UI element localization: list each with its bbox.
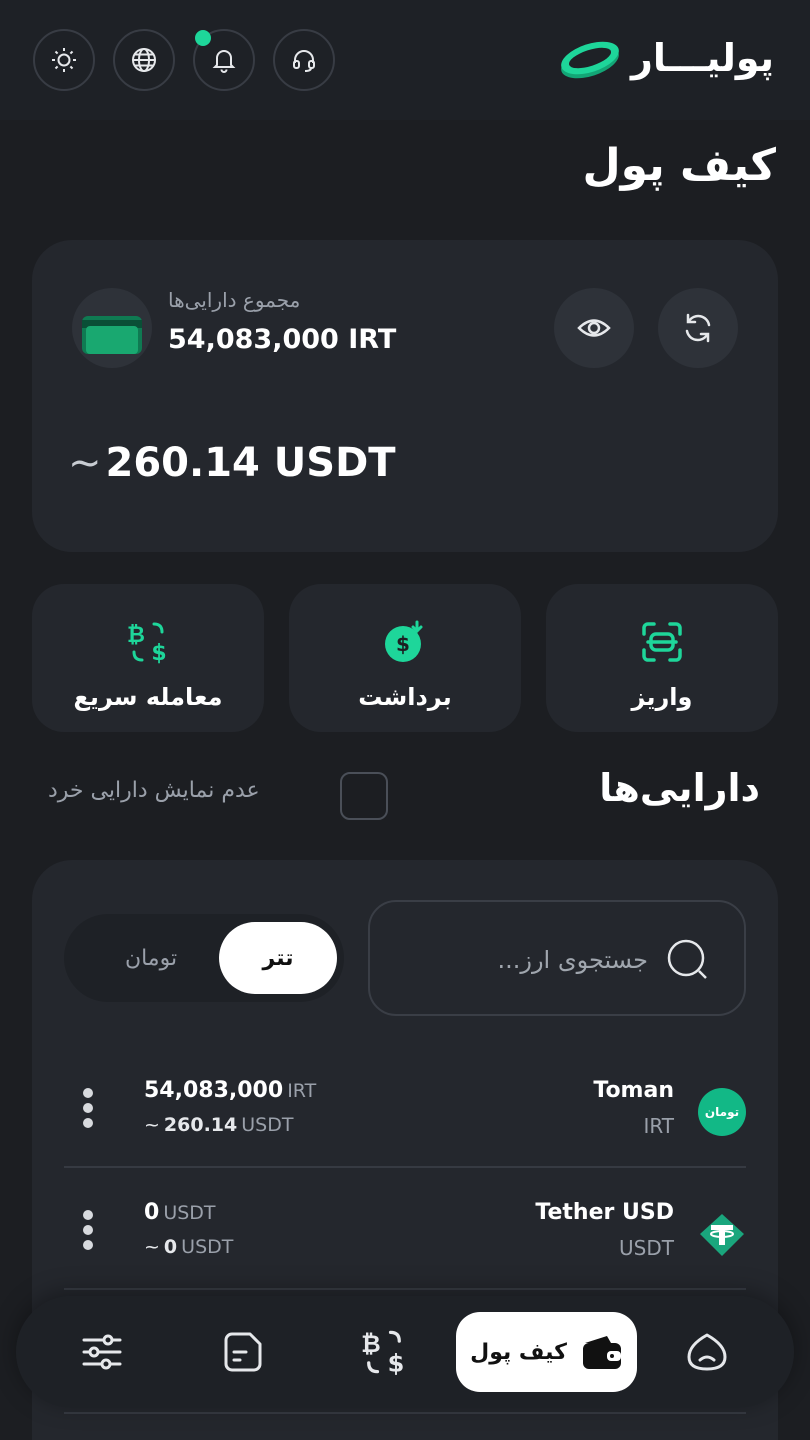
page-title: کیف پول	[582, 140, 776, 191]
balance-card: مجموع دارایی‌ها 54,083,000 IRT ~260.14 U…	[32, 240, 778, 552]
currency-toggle: تتر تومان	[64, 914, 344, 1002]
withdraw-button[interactable]: $ برداشت	[289, 584, 521, 732]
toggle-tether[interactable]: تتر	[219, 922, 337, 994]
svg-text:$: $	[388, 1350, 405, 1376]
tether-coin-icon	[700, 1214, 744, 1256]
nav-wallet[interactable]: کیف پول	[456, 1312, 637, 1392]
asset-converted: ~0 USDT	[144, 1236, 233, 1258]
asset-row-toman[interactable]: تومان Toman IRT 54,083,000 IRT ~260.14 USD…	[64, 1048, 746, 1168]
more-options-icon[interactable]	[80, 1088, 96, 1128]
svg-text:$: $	[151, 641, 166, 664]
more-options-icon[interactable]	[80, 1210, 96, 1250]
asset-converted-value: 0	[163, 1236, 178, 1258]
toman-coin-text: تومان	[704, 1105, 740, 1119]
nav-orders[interactable]	[204, 1312, 284, 1392]
bottom-navigation: ₿ $ کیف پول	[16, 1296, 794, 1408]
asset-symbol: IRT	[643, 1114, 674, 1138]
total-irt-value: 54,083,000 IRT	[168, 324, 397, 355]
quick-trade-button[interactable]: ₿ $ معامله سریع	[32, 584, 264, 732]
row-divider	[64, 1412, 746, 1414]
wallet-icon	[582, 1336, 621, 1369]
hide-small-assets-checkbox[interactable]	[340, 772, 388, 820]
toggle-toman[interactable]: تومان	[92, 922, 210, 994]
assets-title: دارایی‌ها	[599, 766, 760, 810]
deposit-scan-icon	[642, 622, 682, 662]
svg-text:$: $	[396, 632, 410, 656]
support-headset-icon[interactable]	[273, 29, 335, 91]
hide-small-assets-label[interactable]: عدم نمایش دارایی خرد	[48, 778, 318, 803]
asset-name: Tether USD	[535, 1200, 674, 1225]
deposit-button[interactable]: واریز	[546, 584, 778, 732]
refresh-button[interactable]	[658, 288, 738, 368]
top-header: پولیـــار	[0, 0, 810, 120]
brand-name: پولیـــار	[631, 36, 774, 80]
nav-exchange[interactable]: ₿ $	[344, 1312, 424, 1392]
approx-symbol: ~	[68, 440, 102, 486]
coin-logo-icon	[561, 41, 619, 79]
quick-trade-exchange-icon: ₿ $	[127, 622, 167, 664]
toggle-visibility-button[interactable]	[554, 288, 634, 368]
total-usdt-value: ~260.14 USDT	[68, 440, 396, 486]
deposit-label: واریز	[631, 683, 693, 711]
asset-amount-value: 54,083,000	[144, 1078, 284, 1103]
asset-name: Toman	[593, 1078, 674, 1103]
nav-home[interactable]	[667, 1312, 747, 1392]
refresh-icon	[685, 313, 711, 343]
svg-text:₿: ₿	[127, 623, 145, 648]
asset-converted-unit: USDT	[241, 1114, 294, 1136]
theme-sun-icon[interactable]	[33, 29, 95, 91]
settings-sliders-icon	[82, 1334, 122, 1370]
asset-symbol: USDT	[619, 1236, 674, 1260]
total-usdt-amount: 260.14 USDT	[105, 440, 396, 486]
asset-amount-unit: IRT	[287, 1080, 317, 1102]
home-icon	[687, 1333, 727, 1371]
brand-logo[interactable]: پولیـــار	[555, 30, 774, 86]
withdraw-label: برداشت	[358, 683, 452, 711]
asset-amount-unit: USDT	[163, 1202, 216, 1224]
search-input[interactable]	[428, 938, 648, 982]
total-assets-label: مجموع دارایی‌ها	[168, 288, 301, 312]
asset-converted-value: 260.14	[163, 1114, 238, 1136]
asset-amount: 54,083,000 IRT	[144, 1078, 316, 1103]
notification-dot	[195, 30, 211, 46]
nav-settings[interactable]	[62, 1312, 142, 1392]
approx-symbol: ~	[144, 1114, 160, 1136]
quick-trade-label: معامله سریع	[73, 683, 223, 711]
language-globe-icon[interactable]	[113, 29, 175, 91]
wallet-avatar	[72, 288, 152, 368]
asset-amount: 0 USDT	[144, 1200, 216, 1225]
wallet-image-icon	[82, 316, 142, 354]
asset-amount-value: 0	[144, 1200, 160, 1225]
eye-icon	[577, 319, 611, 337]
toman-coin-icon: تومان	[698, 1088, 746, 1136]
currency-search	[368, 900, 746, 1016]
nav-wallet-label: کیف پول	[470, 1339, 567, 1365]
orders-doc-icon	[224, 1332, 262, 1372]
asset-row-tether[interactable]: Tether USD USDT 0 USDT ~0 USDT	[64, 1170, 746, 1290]
asset-converted: ~260.14 USDT	[144, 1114, 293, 1136]
approx-symbol: ~	[144, 1236, 160, 1258]
search-icon	[667, 939, 707, 979]
svg-text:₿: ₿	[361, 1330, 381, 1358]
exchange-icon: ₿ $	[361, 1330, 405, 1376]
withdraw-dollar-icon: $	[385, 620, 423, 662]
asset-converted-unit: USDT	[181, 1236, 234, 1258]
